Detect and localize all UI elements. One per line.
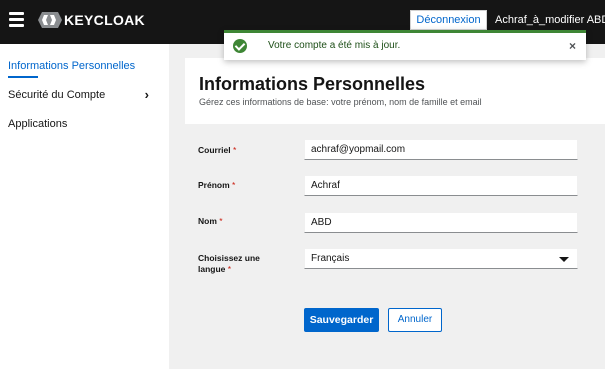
language-label: Choisissez une langue *	[198, 253, 260, 274]
caret-down-icon	[559, 257, 569, 262]
brand-logo[interactable]: KEYCLOAK	[38, 10, 145, 30]
brand-name: KEYCLOAK	[64, 12, 145, 28]
sidebar-item-applications[interactable]: Applications	[0, 110, 169, 138]
close-icon[interactable]: ×	[569, 38, 576, 54]
required-marker: *	[232, 180, 236, 190]
keycloak-logo-icon	[38, 12, 62, 28]
chevron-right-icon: ›	[144, 87, 149, 102]
page-subtitle: Gérez ces informations de base: votre pr…	[199, 97, 482, 107]
cancel-button[interactable]: Annuler	[388, 308, 442, 332]
language-selected-value: Français	[311, 253, 350, 264]
sidebar-item-label: Informations Personnelles	[8, 60, 136, 72]
last-name-field[interactable]: ABD	[304, 212, 578, 233]
language-select[interactable]: Français	[304, 248, 578, 269]
required-marker: *	[232, 145, 237, 155]
email-field[interactable]: achraf@yopmail.com	[304, 139, 578, 160]
required-marker: *	[219, 216, 223, 226]
sidebar-item-label: Applications	[8, 118, 68, 130]
email-label: Courriel *	[198, 145, 237, 155]
menu-icon[interactable]	[9, 12, 24, 27]
save-button[interactable]: Sauvegarder	[304, 308, 379, 332]
required-marker: *	[227, 264, 232, 274]
page-header: Informations Personnelles Gérez ces info…	[185, 58, 605, 124]
success-toast: Votre compte a été mis à jour. ×	[224, 30, 586, 60]
page-title: Informations Personnelles	[199, 74, 426, 94]
first-name-label: Prénom *	[198, 180, 236, 190]
last-name-label: Nom *	[198, 216, 223, 226]
sidebar-nav: Informations Personnelles Sécurité du Co…	[0, 44, 169, 369]
active-indicator	[8, 76, 38, 78]
toast-message: Votre compte a été mis à jour.	[268, 40, 401, 51]
first-name-field[interactable]: Achraf	[304, 175, 578, 196]
sidebar-item-account-security[interactable]: Sécurité du Compte ›	[0, 81, 169, 109]
sidebar-item-label: Sécurité du Compte	[8, 89, 106, 101]
user-menu[interactable]: Achraf_à_modifier ABD	[495, 10, 605, 30]
logout-button[interactable]: Déconnexion	[410, 10, 487, 30]
check-circle-icon	[233, 39, 247, 53]
